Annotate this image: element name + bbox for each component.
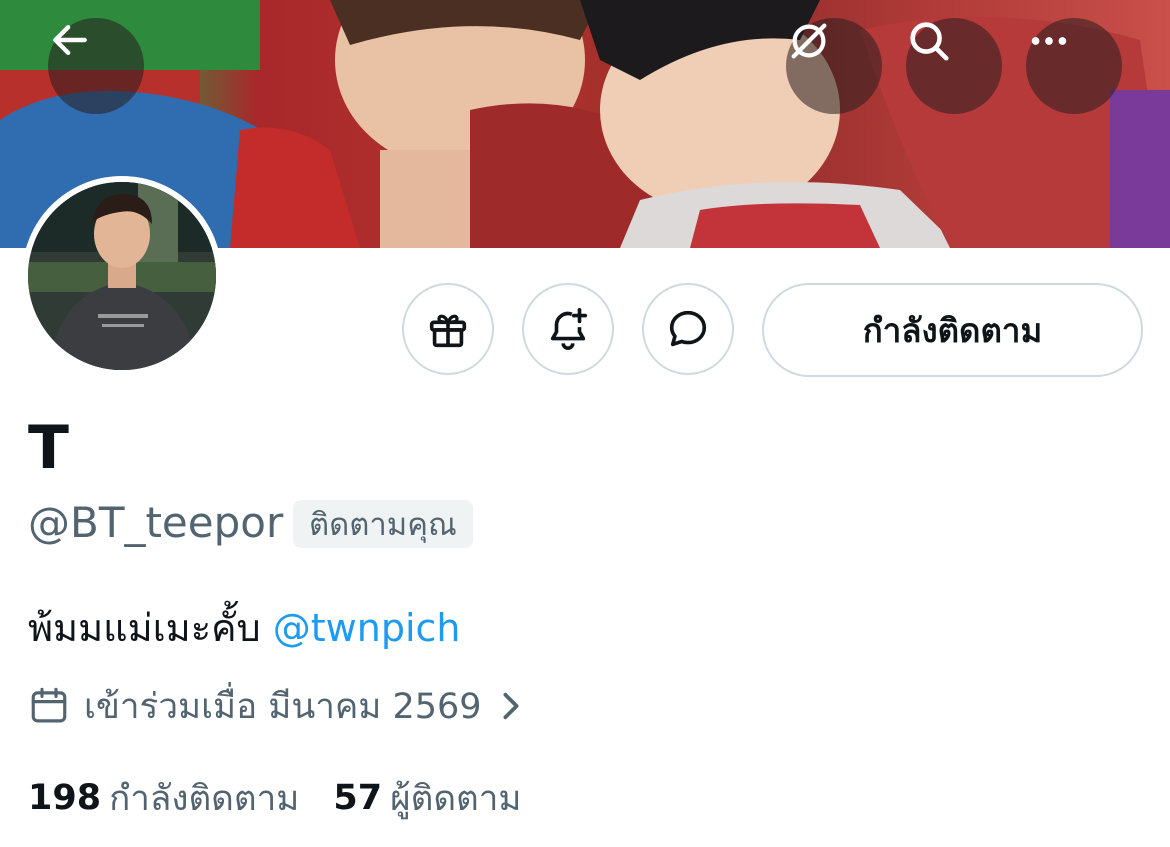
more-button[interactable] (1026, 18, 1122, 114)
bio: พ้มมแม่เมะคั้บ @twnpich (28, 602, 460, 654)
calendar-icon (31, 687, 67, 723)
arrow-left-icon (53, 24, 87, 56)
chat-bubble-icon (669, 310, 707, 347)
more-horizontal-icon (1031, 37, 1067, 45)
user-handle: @BT_teepor (28, 498, 284, 547)
following-count[interactable]: 198 (28, 778, 101, 818)
joined-date-text: เข้าร่วมเมื่อ มีนาคม 2569 (84, 686, 482, 727)
gift-icon (429, 314, 467, 348)
bio-text: พ้มมแม่เมะคั้บ (28, 606, 273, 650)
notify-button[interactable] (522, 283, 614, 375)
followers-count[interactable]: 57 (333, 778, 382, 818)
follow-stats: 198 กำลังติดตาม 57 ผู้ติดตาม (28, 772, 556, 824)
joined-date-row[interactable]: เข้าร่วมเมื่อ มีนาคม 2569 (28, 680, 524, 732)
search-button[interactable] (906, 18, 1002, 114)
chevron-right-icon (503, 692, 519, 720)
follows-you-badge: ติดตามคุณ (293, 500, 473, 548)
avatar-photo (28, 182, 216, 370)
followers-label[interactable]: ผู้ติดตาม (390, 771, 521, 826)
message-button[interactable] (642, 283, 734, 375)
avatar[interactable] (22, 176, 222, 376)
search-icon (910, 22, 949, 61)
following-label[interactable]: กำลังติดตาม (109, 771, 299, 826)
display-name: T (28, 413, 69, 483)
bio-mention-link[interactable]: @twnpich (273, 606, 461, 650)
slashed-circle-icon (791, 23, 827, 59)
back-button[interactable] (48, 18, 144, 114)
following-button-label: กำลังติดตาม (862, 310, 1043, 350)
gift-button[interactable] (402, 283, 494, 375)
grok-button[interactable] (786, 18, 882, 114)
follows-you-label: ติดตามคุณ (309, 507, 457, 543)
bell-plus-icon (550, 308, 588, 350)
following-button[interactable]: กำลังติดตาม (762, 283, 1143, 377)
